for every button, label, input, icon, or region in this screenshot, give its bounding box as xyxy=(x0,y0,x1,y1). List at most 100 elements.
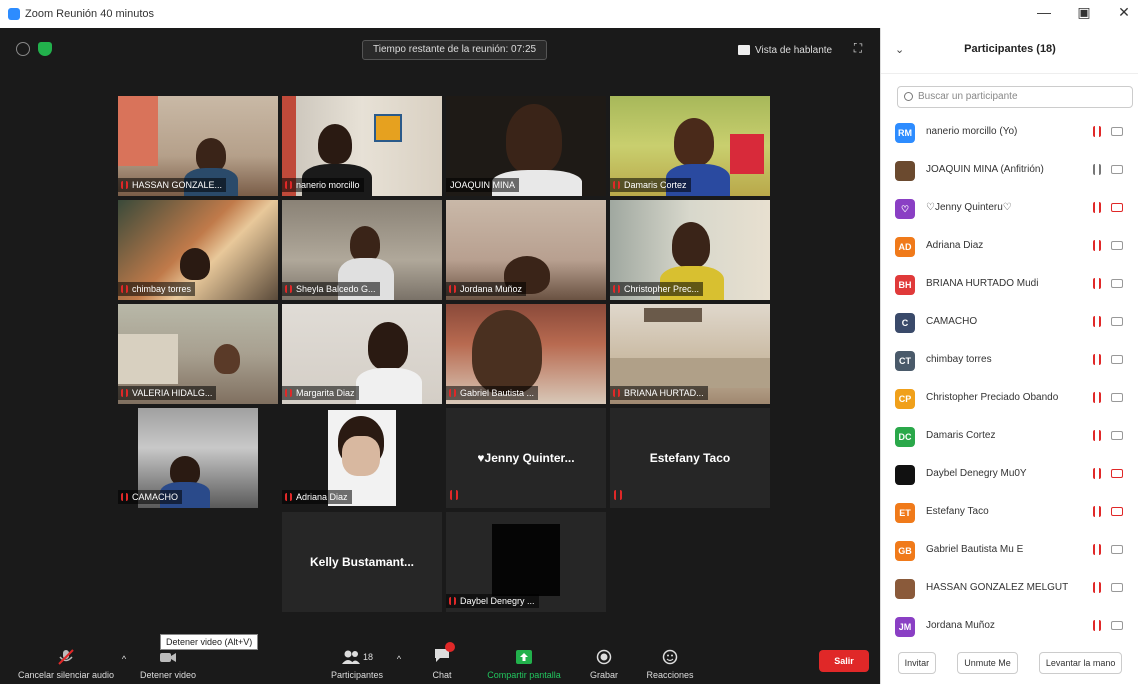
unmute-me-button[interactable]: Unmute Me xyxy=(957,652,1018,674)
mic-icon[interactable] xyxy=(1093,354,1101,365)
video-tile[interactable]: Sheyla Balcedo G... xyxy=(282,200,442,300)
mic-icon[interactable] xyxy=(1093,544,1101,555)
participant-row[interactable]: GB Gabriel Bautista Mu E xyxy=(881,532,1138,570)
camera-icon[interactable] xyxy=(1111,431,1123,440)
participant-row[interactable]: Daybel Denegry Mu0Y xyxy=(881,456,1138,494)
participant-row[interactable]: CT chimbay torres xyxy=(881,342,1138,380)
video-tile[interactable]: HASSAN GONZALE... xyxy=(118,96,278,196)
share-screen-button[interactable]: Compartir pantalla xyxy=(478,640,570,684)
camera-icon[interactable] xyxy=(1111,165,1123,174)
meeting-area: Tiempo restante de la reunión: 07:25 Vis… xyxy=(0,28,880,684)
mic-muted-icon xyxy=(121,285,128,293)
video-tile[interactable]: VALERIA HIDALG... xyxy=(118,304,278,404)
mic-icon[interactable] xyxy=(1093,164,1101,175)
mic-icon[interactable] xyxy=(1093,278,1101,289)
video-tile[interactable]: BRIANA HURTAD... xyxy=(610,304,770,404)
speaker-view-button[interactable]: Vista de hablante xyxy=(738,40,832,60)
mic-icon[interactable] xyxy=(1093,202,1101,213)
participant-row[interactable]: DC Damaris Cortez xyxy=(881,418,1138,456)
video-tile-no-video[interactable]: Kelly Bustamant... xyxy=(282,512,442,612)
camera-icon[interactable] xyxy=(1111,621,1123,630)
unmute-label: Cancelar silenciar audio xyxy=(17,670,115,680)
video-tile-no-video[interactable]: Estefany Taco xyxy=(610,408,770,508)
participant-name: BRIANA HURTADO Mudi xyxy=(926,278,1039,289)
video-tile[interactable]: Margarita Diaz xyxy=(282,304,442,404)
participant-row[interactable]: RM nanerio morcillo (Yo) xyxy=(881,114,1138,152)
participants-icon xyxy=(341,650,360,664)
leave-button[interactable]: Salir xyxy=(819,650,869,672)
avatar: ♡ xyxy=(895,199,915,219)
video-tile[interactable]: chimbay torres xyxy=(118,200,278,300)
video-tile[interactable]: CAMACHO xyxy=(118,408,278,508)
speaker-view-label: Vista de hablante xyxy=(755,44,833,56)
video-tile[interactable]: Christopher Prec... xyxy=(610,200,770,300)
participant-row[interactable]: ♡ ♡Jenny Quinteru♡ xyxy=(881,190,1138,228)
video-tile[interactable]: JOAQUIN MINA xyxy=(446,96,606,196)
record-label: Grabar xyxy=(589,670,618,680)
close-button[interactable]: ✕ xyxy=(1116,4,1132,21)
unmute-button[interactable]: Cancelar silenciar audio xyxy=(6,640,126,684)
mic-icon[interactable] xyxy=(1093,240,1101,251)
mic-icon[interactable] xyxy=(1093,506,1101,517)
tile-name: Gabriel Bautista ... xyxy=(446,386,539,400)
participant-row[interactable]: JOAQUIN MINA (Anfitrión) xyxy=(881,152,1138,190)
mic-icon[interactable] xyxy=(1093,316,1101,327)
mic-icon[interactable] xyxy=(1093,430,1101,441)
video-tile[interactable]: Damaris Cortez xyxy=(610,96,770,196)
video-tile-no-video[interactable]: ♥Jenny Quinter... xyxy=(446,408,606,508)
mic-icon[interactable] xyxy=(1093,468,1101,479)
participant-row[interactable]: HASSAN GONZALEZ MELGUT xyxy=(881,570,1138,608)
tile-name: Damaris Cortez xyxy=(610,178,691,192)
reactions-label: Reacciones xyxy=(646,670,694,680)
maximize-button[interactable]: ▣ xyxy=(1076,4,1092,21)
chat-button[interactable]: Chat xyxy=(422,640,462,684)
participants-options-chevron[interactable]: ^ xyxy=(392,640,406,684)
camera-icon[interactable] xyxy=(1111,545,1123,554)
invite-button[interactable]: Invitar xyxy=(897,652,937,674)
camera-icon[interactable] xyxy=(1111,203,1123,212)
shield-icon[interactable] xyxy=(38,42,52,56)
minimize-button[interactable]: — xyxy=(1036,4,1052,21)
participant-row[interactable]: C CAMACHO xyxy=(881,304,1138,342)
mic-icon[interactable] xyxy=(1093,392,1101,403)
raise-hand-button[interactable]: Levantar la mano xyxy=(1038,652,1123,674)
participant-row[interactable]: BH BRIANA HURTADO Mudi xyxy=(881,266,1138,304)
participant-row[interactable]: AD Adriana Diaz xyxy=(881,228,1138,266)
zoom-logo-icon xyxy=(8,8,20,20)
participant-row[interactable]: ET Estefany Taco xyxy=(881,494,1138,532)
camera-icon[interactable] xyxy=(1111,279,1123,288)
camera-icon[interactable] xyxy=(1111,241,1123,250)
avatar xyxy=(895,161,915,181)
mic-icon[interactable] xyxy=(1093,126,1101,137)
mic-icon[interactable] xyxy=(1093,620,1101,631)
camera-icon[interactable] xyxy=(1111,393,1123,402)
participant-search-input[interactable]: Buscar un participante xyxy=(897,86,1133,108)
camera-icon[interactable] xyxy=(1111,127,1123,136)
video-tile[interactable]: Jordana Muñoz xyxy=(446,200,606,300)
camera-icon[interactable] xyxy=(1111,469,1123,478)
video-tile[interactable]: Daybel Denegry ... xyxy=(446,512,606,612)
participant-name: Estefany Taco xyxy=(926,506,989,517)
meeting-info-icon[interactable] xyxy=(16,42,30,56)
camera-icon[interactable] xyxy=(1111,583,1123,592)
mic-icon[interactable] xyxy=(1093,582,1101,593)
participant-row[interactable]: JM Jordana Muñoz xyxy=(881,608,1138,646)
avatar xyxy=(895,465,915,485)
camera-icon[interactable] xyxy=(1111,317,1123,326)
video-tile[interactable]: nanerio morcillo xyxy=(282,96,442,196)
participant-row[interactable]: CP Christopher Preciado Obando xyxy=(881,380,1138,418)
participants-panel: ⌄ Participantes (18) Buscar un participa… xyxy=(880,28,1138,684)
avatar: RM xyxy=(895,123,915,143)
video-tile-active-speaker[interactable]: Gabriel Bautista ... xyxy=(446,304,606,404)
fullscreen-icon[interactable]: ⛶ xyxy=(850,40,866,56)
participants-button[interactable]: 18 Participantes xyxy=(322,640,392,684)
record-button[interactable]: Grabar xyxy=(586,640,622,684)
participant-name: Damaris Cortez xyxy=(926,430,996,441)
video-tile[interactable]: Adriana Diaz xyxy=(282,408,442,508)
mic-muted-icon xyxy=(121,389,128,397)
participant-name: HASSAN GONZALEZ MELGUT xyxy=(926,582,1069,593)
camera-icon[interactable] xyxy=(1111,355,1123,364)
participant-name: Christopher Preciado Obando xyxy=(926,392,1059,403)
reactions-button[interactable]: Reacciones xyxy=(640,640,700,684)
camera-icon[interactable] xyxy=(1111,507,1123,516)
